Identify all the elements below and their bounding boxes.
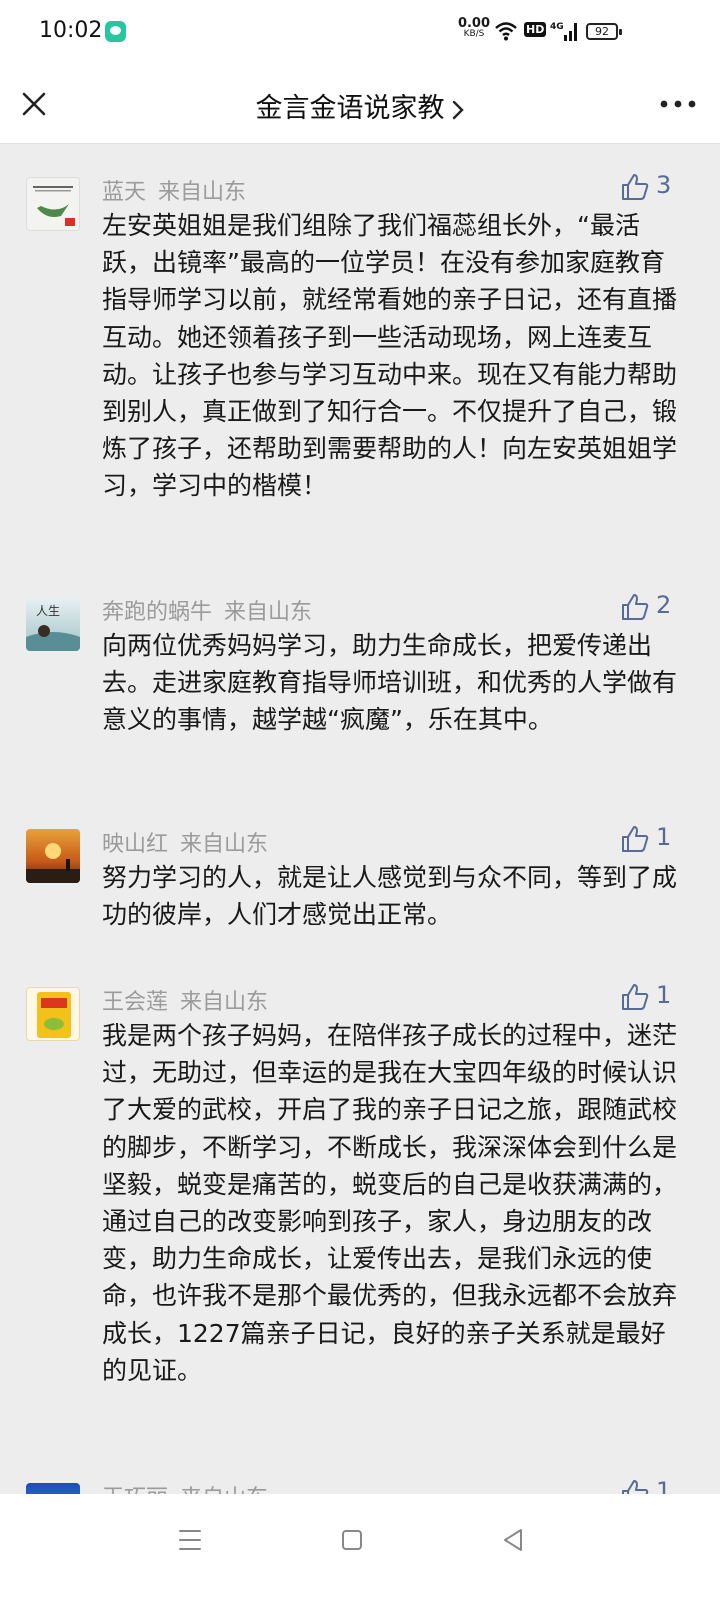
menu-icon[interactable] [172,1522,208,1558]
wifi-icon [495,22,517,41]
comment-source: 来自山东 [158,180,247,205]
comment-list[interactable]: 蓝天 来自山东 3 左安英姐姐是我们组除了我们福蕊组长外，“最活跃，出镜率”最高的… [0,144,720,1494]
comment-meta: 王会莲 来自山东 [102,984,268,1016]
comment-source: 来自山东 [180,832,269,857]
home-square-icon[interactable] [334,1522,370,1558]
comment-author[interactable]: 奔跑的蜗牛 [102,600,212,625]
avatar[interactable] [26,987,80,1041]
more-dots-icon[interactable] [658,92,698,116]
comment-meta: 映山红 来自山东 [102,826,268,858]
network-speed: 0.00 KB/S [457,16,491,39]
like-button[interactable]: 1 [620,823,680,854]
hd-badge: HD [524,22,547,37]
like-count: 2 [656,591,672,619]
like-button[interactable]: 1 [620,981,680,1012]
avatar[interactable] [26,1483,80,1494]
comment-text: 我是两个孩子妈妈，在陪伴孩子成长的过程中，迷茫过，无助过，但幸运的是我在大宝四年… [102,1021,678,1385]
like-count: 1 [656,981,672,1009]
comment-author[interactable]: 蓝天 [102,180,146,205]
like-button[interactable]: 2 [620,591,680,622]
back-triangle-icon[interactable] [496,1522,532,1558]
chat-app-icon [105,21,126,42]
status-time: 10:02 [39,18,103,43]
comment-meta: 王巧丽 来自山东 [102,1480,268,1494]
comment-source: 来自山东 [180,990,269,1015]
like-count: 3 [656,171,672,199]
svg-text:4G: 4G [550,22,564,32]
thumbs-up-icon [622,984,649,1010]
comment-text: 努力学习的人，就是让人感觉到与众不同，等到了成功的彼岸，人们才感觉出正常。 [102,863,678,930]
chevron-right-icon [452,100,464,119]
system-nav-bar [0,1494,720,1600]
comment-text: 左安英姐姐是我们组除了我们福蕊组长外，“最活跃，出镜率”最高的一位学员！在没有参… [102,211,678,501]
comment-source: 来自山东 [224,600,313,625]
thumbs-up-icon [622,594,649,620]
page-title-link[interactable]: 金言金语说家教 [0,86,720,125]
thumbs-up-icon [622,1480,649,1494]
comment-author[interactable]: 王会莲 [102,990,168,1015]
comment-text: 向两位优秀妈妈学习，助力生命成长，把爱传递出去。走进家庭教育指导师培训班，和优秀… [102,631,678,735]
comment-author[interactable]: 映山红 [102,832,168,857]
thumbs-up-icon [622,174,649,200]
comment-author[interactable]: 王巧丽 [102,1486,168,1494]
battery-indicator: 92 [586,23,622,40]
like-button[interactable]: 1 [620,1477,680,1494]
avatar[interactable]: 人生 [26,597,80,651]
like-count: 1 [656,823,672,851]
comment-meta: 蓝天 来自山东 [102,174,246,206]
page-title: 金言金语说家教 [255,93,445,124]
signal-icon: 4G [550,22,577,41]
comment-source: 来自山东 [180,1486,268,1494]
comment-meta: 奔跑的蜗牛 来自山东 [102,594,312,626]
like-button[interactable]: 3 [620,171,680,202]
like-count: 1 [656,1477,672,1494]
avatar[interactable] [26,829,80,883]
thumbs-up-icon [622,826,649,852]
top-bar: 金言金语说家教 [0,64,720,144]
status-bar: 10:02 0.00 KB/S HD 4G 92 [0,0,720,64]
svg-text:人生: 人生 [36,604,60,618]
avatar[interactable] [26,177,80,231]
